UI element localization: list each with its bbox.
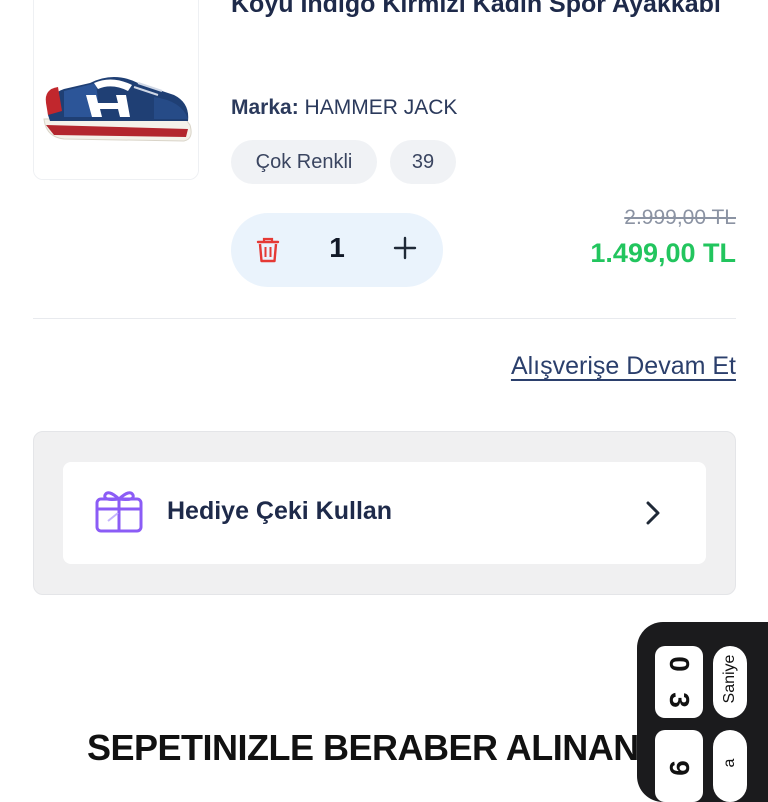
countdown-timer[interactable]: 0 3 Saniye 9 a — [637, 622, 768, 802]
trash-icon[interactable] — [255, 236, 281, 264]
next-digits: 9 — [655, 730, 703, 802]
chevron-right-icon — [644, 500, 662, 526]
product-image[interactable] — [33, 0, 199, 180]
gift-voucher-panel: Hediye Çeki Kullan — [33, 431, 736, 595]
old-price: 2.999,00 TL — [624, 206, 736, 229]
next-label: a — [721, 758, 738, 768]
brand-value: HAMMER JACK — [304, 96, 458, 119]
seconds-label: Saniye — [721, 654, 738, 704]
next-digit-0: 9 — [664, 760, 695, 776]
variant-color-chip: Çok Renkli — [231, 140, 377, 184]
next-unit: a — [713, 730, 747, 802]
quantity-value: 1 — [329, 232, 345, 263]
product-title[interactable]: Koyu İndigo Kırmızı Kadın Spor Ayakkabı — [231, 0, 731, 25]
sneaker-image — [34, 0, 198, 179]
section-title: SEPETINIZLE BERABER ALINAN — [87, 727, 639, 768]
seconds-unit: Saniye — [713, 646, 747, 718]
variant-size-chip: 39 — [390, 140, 456, 184]
product-brand: Marka: HAMMER JACK — [231, 96, 457, 120]
gift-voucher-button[interactable]: Hediye Çeki Kullan — [63, 462, 706, 564]
divider — [33, 318, 736, 319]
brand-label: Marka: — [231, 96, 299, 119]
new-price: 1.499,00 TL — [590, 238, 736, 268]
seconds-digit-0: 3 — [664, 692, 695, 708]
seconds-digits: 0 3 — [655, 646, 703, 718]
quantity-stepper: 1 — [231, 213, 443, 287]
gift-icon — [94, 485, 144, 535]
gift-voucher-label: Hediye Çeki Kullan — [167, 497, 393, 525]
continue-shopping-link[interactable]: Alışverişe Devam Et — [511, 352, 736, 381]
plus-icon[interactable] — [391, 227, 419, 270]
